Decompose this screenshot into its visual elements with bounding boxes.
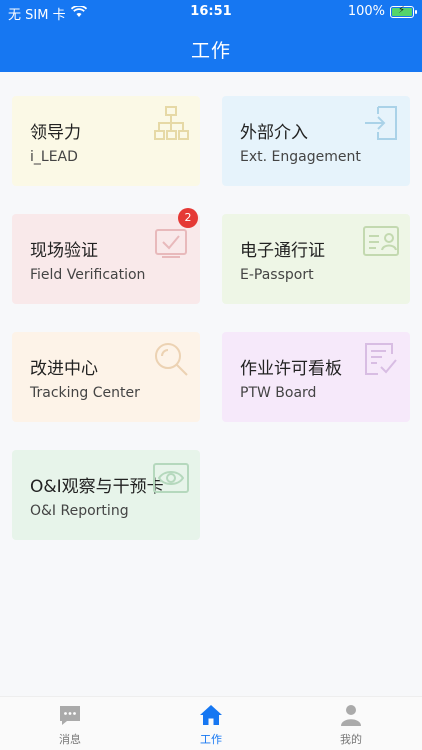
card-subtitle: O&I Reporting — [30, 503, 129, 519]
card-tracking-center[interactable]: 改进中心 Tracking Center — [12, 332, 200, 422]
card-subtitle: Ext. Engagement — [240, 149, 361, 165]
tab-label: 消息 — [59, 733, 81, 746]
tab-mine[interactable]: 我的 — [311, 703, 391, 747]
card-title: 改进中心 — [30, 359, 98, 379]
org-chart-icon — [154, 106, 189, 140]
tab-label: 工作 — [200, 733, 222, 746]
card-subtitle: Tracking Center — [30, 385, 140, 401]
battery-percent: 100% — [347, 4, 385, 19]
tab-work[interactable]: 工作 — [171, 703, 251, 747]
card-external-engagement[interactable]: 外部介入 Ext. Engagement — [222, 96, 410, 186]
id-card-icon — [363, 226, 399, 256]
card-subtitle: E-Passport — [240, 267, 314, 283]
eye-card-icon — [153, 463, 189, 493]
checklist-board-icon — [365, 343, 397, 375]
bottom-tab-bar: 消息 工作 我的 — [0, 696, 422, 750]
card-title: 领导力 — [30, 123, 81, 143]
status-bar: 无 SIM 卡 16:51 100% ⚡ — [0, 0, 422, 24]
card-title: 现场验证 — [30, 241, 98, 261]
magnifier-icon — [155, 343, 188, 376]
top-header: 无 SIM 卡 16:51 100% ⚡ 工作 — [0, 0, 422, 72]
card-subtitle: Field Verification — [30, 267, 146, 283]
home-icon — [200, 705, 222, 725]
page-title: 工作 — [190, 40, 231, 62]
card-subtitle: PTW Board — [240, 385, 317, 401]
card-field-verification[interactable]: 现场验证 Field Verification 2 — [12, 208, 200, 304]
card-title: 作业许可看板 — [240, 359, 342, 379]
user-icon — [341, 705, 361, 726]
card-oi-reporting[interactable]: O&I观察与干预卡 O&I Reporting — [12, 450, 200, 540]
card-title: O&I观察与干预卡 — [30, 477, 164, 497]
card-title: 电子通行证 — [240, 241, 325, 261]
card-e-passport[interactable]: 电子通行证 E-Passport — [222, 214, 410, 304]
tab-label: 我的 — [340, 733, 362, 746]
message-icon — [60, 706, 80, 725]
enter-door-icon — [365, 106, 397, 140]
tab-messages[interactable]: 消息 — [30, 703, 110, 747]
verify-check-icon — [155, 229, 187, 258]
battery-icon: ⚡ — [390, 5, 417, 18]
card-ptw-board[interactable]: 作业许可看板 PTW Board — [222, 332, 410, 422]
card-leadership[interactable]: 领导力 i_LEAD — [12, 96, 200, 186]
notification-badge: 2 — [178, 208, 198, 228]
card-subtitle: i_LEAD — [30, 149, 78, 165]
card-title: 外部介入 — [240, 123, 308, 143]
